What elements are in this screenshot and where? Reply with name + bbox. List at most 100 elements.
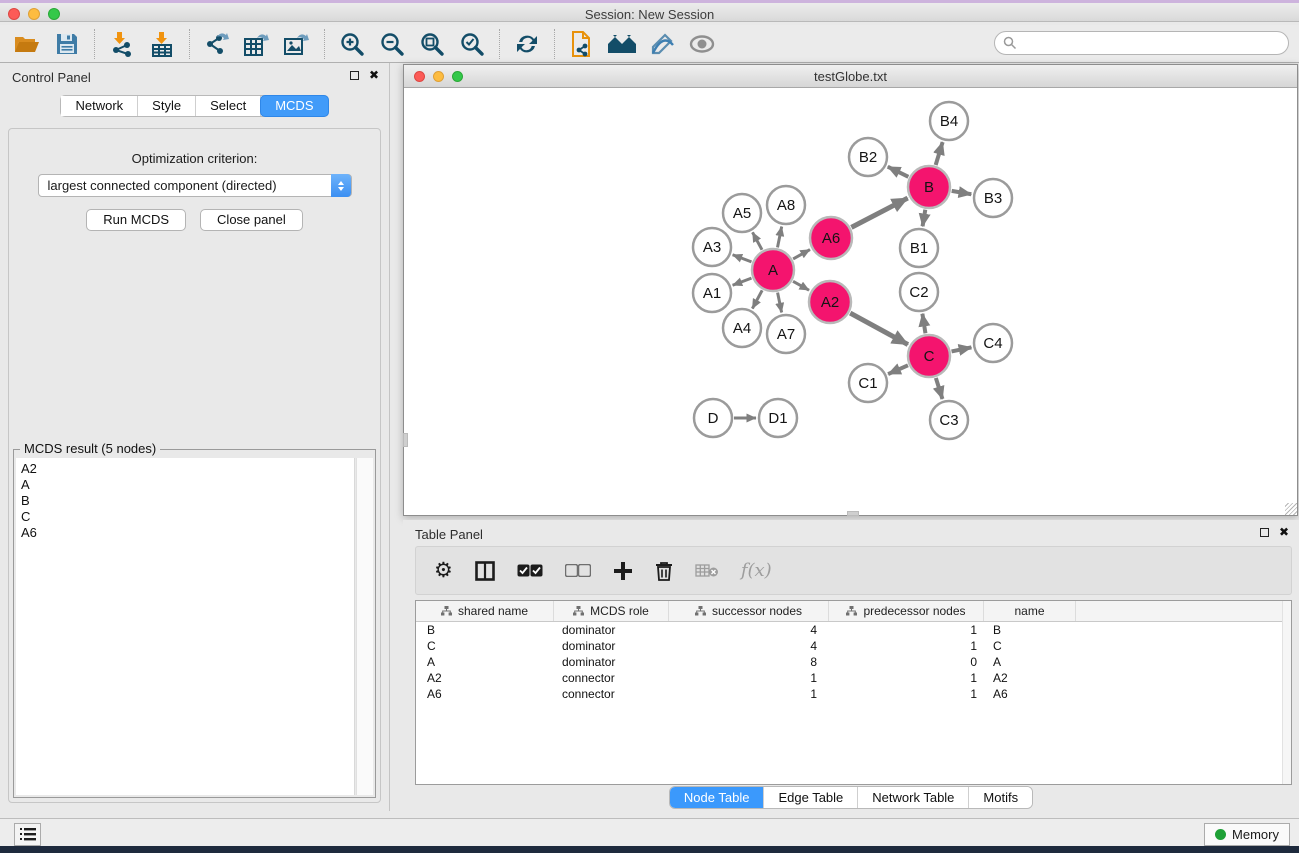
network-window-titlebar[interactable]: testGlobe.txt bbox=[404, 65, 1297, 88]
tab-network[interactable]: Network bbox=[61, 96, 138, 116]
refresh-icon[interactable] bbox=[512, 29, 542, 59]
table-type-tabs: Node TableEdge TableNetwork TableMotifs bbox=[669, 786, 1033, 809]
network-file-icon[interactable] bbox=[567, 29, 597, 59]
column-header-predecessor-nodes[interactable]: predecessor nodes bbox=[829, 601, 984, 621]
export-table-icon[interactable] bbox=[242, 29, 272, 59]
mcds-result-legend: MCDS result (5 nodes) bbox=[20, 441, 160, 456]
table-scrollbar[interactable] bbox=[1282, 601, 1291, 784]
tab-edge-table[interactable]: Edge Table bbox=[764, 787, 858, 808]
memory-button[interactable]: Memory bbox=[1204, 823, 1290, 846]
tab-node-table[interactable]: Node Table bbox=[670, 787, 765, 808]
table-panel-title: Table Panel bbox=[415, 527, 483, 542]
close-table-panel-icon[interactable]: ✖ bbox=[1279, 527, 1289, 537]
function-builder-icon[interactable]: f(x) bbox=[741, 560, 772, 581]
trash-icon[interactable] bbox=[655, 561, 673, 581]
delete-table-icon[interactable] bbox=[695, 563, 719, 578]
gear-icon[interactable]: ⚙ bbox=[434, 558, 453, 583]
edge-A-A7[interactable] bbox=[778, 293, 782, 313]
tab-style[interactable]: Style bbox=[138, 96, 196, 116]
edge-B-B1[interactable] bbox=[923, 210, 926, 227]
edge-A6-B[interactable] bbox=[851, 198, 907, 227]
zoom-selected-icon[interactable] bbox=[457, 29, 487, 59]
import-network-icon[interactable] bbox=[107, 29, 137, 59]
node-label-C3: C3 bbox=[939, 412, 958, 429]
tab-select[interactable]: Select bbox=[196, 96, 261, 116]
app-titlebar: Session: New Session bbox=[0, 0, 1299, 22]
mcds-tab-content: Optimization criterion: largest connecte… bbox=[8, 128, 381, 803]
save-icon[interactable] bbox=[52, 29, 82, 59]
add-column-icon[interactable] bbox=[613, 561, 633, 581]
cell: A bbox=[416, 654, 554, 670]
float-table-panel-icon[interactable] bbox=[1260, 528, 1269, 537]
network-vscroll-thumb[interactable] bbox=[403, 433, 408, 447]
result-item[interactable]: A bbox=[21, 477, 354, 493]
cell: A2 bbox=[416, 670, 554, 686]
deselect-all-icon[interactable] bbox=[565, 564, 591, 577]
edge-A-A5[interactable] bbox=[753, 232, 763, 249]
hide-annotations-icon[interactable] bbox=[647, 29, 677, 59]
mcds-result-list[interactable]: A2ABCA6 bbox=[16, 458, 355, 795]
zoom-fit-icon[interactable] bbox=[417, 29, 447, 59]
select-all-icon[interactable] bbox=[517, 564, 543, 577]
column-header-successor-nodes[interactable]: successor nodes bbox=[669, 601, 829, 621]
table-row[interactable]: A2connector11A2 bbox=[416, 670, 1291, 686]
cell: 1 bbox=[669, 670, 829, 686]
result-item[interactable]: A6 bbox=[21, 525, 354, 541]
result-item[interactable]: C bbox=[21, 509, 354, 525]
table-row[interactable]: Bdominator41B bbox=[416, 622, 1291, 638]
node-label-B1: B1 bbox=[910, 240, 928, 257]
edge-A-A1[interactable] bbox=[733, 278, 752, 285]
memory-label: Memory bbox=[1232, 827, 1279, 842]
edge-C-C1[interactable] bbox=[888, 365, 908, 374]
column-header-MCDS-role[interactable]: MCDS role bbox=[554, 601, 669, 621]
search-icon bbox=[1003, 36, 1017, 50]
task-history-button[interactable] bbox=[14, 823, 41, 846]
table-header-row: shared nameMCDS rolesuccessor nodesprede… bbox=[416, 601, 1291, 622]
home-icon[interactable] bbox=[607, 29, 637, 59]
edge-B-B3[interactable] bbox=[952, 191, 972, 194]
cell: B bbox=[416, 622, 554, 638]
edge-A-A8[interactable] bbox=[778, 227, 782, 248]
float-panel-icon[interactable] bbox=[350, 71, 359, 80]
tab-network-table[interactable]: Network Table bbox=[858, 787, 969, 808]
cell: B bbox=[984, 622, 1076, 638]
zoom-in-icon[interactable] bbox=[337, 29, 367, 59]
column-header-shared-name[interactable]: shared name bbox=[416, 601, 554, 621]
export-network-icon[interactable] bbox=[202, 29, 232, 59]
result-list-scrollbar[interactable] bbox=[356, 458, 373, 795]
optimization-criterion-dropdown[interactable]: largest connected component (directed) bbox=[38, 174, 352, 197]
edge-C-C4[interactable] bbox=[952, 347, 972, 351]
eye-icon[interactable] bbox=[687, 29, 717, 59]
edge-A2-C[interactable] bbox=[850, 313, 908, 344]
edge-A-A4[interactable] bbox=[752, 290, 762, 308]
edge-A-A6[interactable] bbox=[793, 250, 810, 259]
edge-B-B2[interactable] bbox=[888, 167, 909, 177]
column-view-icon[interactable] bbox=[475, 561, 495, 581]
edge-C-C3[interactable] bbox=[936, 378, 943, 399]
zoom-out-icon[interactable] bbox=[377, 29, 407, 59]
export-image-icon[interactable] bbox=[282, 29, 312, 59]
resize-handle[interactable] bbox=[1285, 503, 1297, 515]
edge-A-A2[interactable] bbox=[793, 281, 809, 290]
result-item[interactable]: B bbox=[21, 493, 354, 509]
close-panel-icon[interactable]: ✖ bbox=[369, 70, 379, 80]
network-hscroll-thumb[interactable] bbox=[847, 511, 859, 516]
edge-A-A3[interactable] bbox=[733, 255, 752, 262]
open-folder-icon[interactable] bbox=[12, 29, 42, 59]
tab-motifs[interactable]: Motifs bbox=[969, 787, 1032, 808]
edge-C-C2[interactable] bbox=[922, 314, 925, 334]
search-input[interactable] bbox=[994, 31, 1289, 55]
close-panel-button[interactable]: Close panel bbox=[200, 209, 303, 231]
cell: 8 bbox=[669, 654, 829, 670]
import-table-icon[interactable] bbox=[147, 29, 177, 59]
table-body: Bdominator41BCdominator41CAdominator80AA… bbox=[416, 622, 1291, 702]
edge-B-B4[interactable] bbox=[936, 142, 943, 165]
network-canvas[interactable]: B4B2BB3A8A5A6A3B1AA1C2A2A4A7C4CC1C3DD1 bbox=[405, 89, 1296, 514]
tab-mcds[interactable]: MCDS bbox=[260, 95, 328, 117]
table-row[interactable]: Cdominator41C bbox=[416, 638, 1291, 654]
table-row[interactable]: Adominator80A bbox=[416, 654, 1291, 670]
table-row[interactable]: A6connector11A6 bbox=[416, 686, 1291, 702]
result-item[interactable]: A2 bbox=[21, 461, 354, 477]
column-header-name[interactable]: name bbox=[984, 601, 1076, 621]
run-mcds-button[interactable]: Run MCDS bbox=[86, 209, 186, 231]
